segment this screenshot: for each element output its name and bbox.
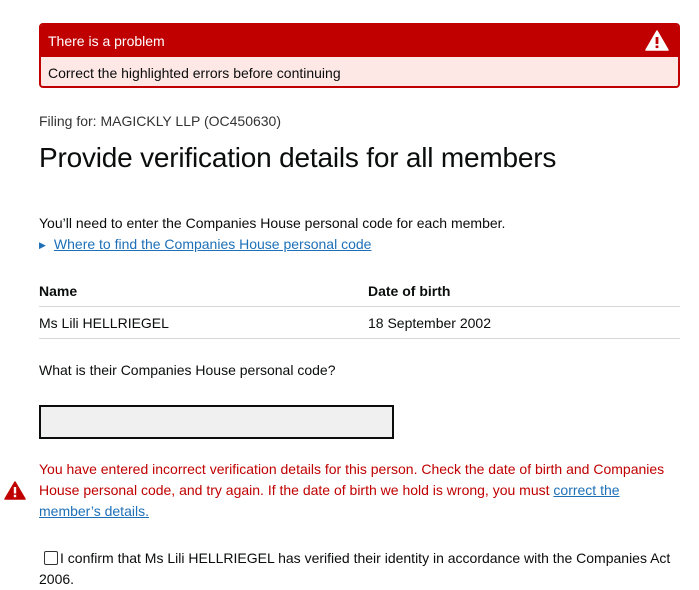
filing-for-caption: Filing for: MAGICKLY LLP (OC450630) bbox=[39, 113, 281, 129]
field-error-message: You have entered incorrect verification … bbox=[39, 459, 679, 522]
page-title: Provide verification details for all mem… bbox=[39, 142, 557, 173]
details-toggle[interactable]: ▶ Where to find the Companies House perso… bbox=[39, 236, 371, 252]
table-cell-name: Ms Lili HELLRIEGEL bbox=[39, 315, 169, 331]
triangle-right-icon: ▶ bbox=[39, 240, 46, 250]
error-summary-header: There is a problem bbox=[41, 25, 678, 57]
intro-text: You’ll need to enter the Companies House… bbox=[39, 215, 506, 231]
personal-code-input[interactable] bbox=[39, 405, 394, 439]
confirmation-row: I confirm that Ms Lili HELLRIEGEL has ve… bbox=[39, 548, 684, 590]
error-summary: There is a problem Correct the highlight… bbox=[39, 23, 680, 88]
confirm-checkbox[interactable] bbox=[44, 551, 58, 565]
personal-code-help-link[interactable]: Where to find the Companies House person… bbox=[54, 236, 372, 252]
table-divider bbox=[39, 338, 680, 339]
error-summary-title: There is a problem bbox=[48, 33, 165, 49]
warning-triangle-icon bbox=[645, 30, 669, 62]
table-header-name: Name bbox=[39, 283, 78, 299]
error-summary-message: Correct the highlighted errors before co… bbox=[48, 65, 341, 81]
table-cell-dob: 18 September 2002 bbox=[368, 315, 491, 331]
confirmation-label: I confirm that Ms Lili HELLRIEGEL has ve… bbox=[39, 550, 671, 587]
error-warning-icon bbox=[4, 481, 26, 505]
table-header-dob: Date of birth bbox=[368, 283, 451, 299]
personal-code-question: What is their Companies House personal c… bbox=[39, 362, 336, 378]
table-divider bbox=[39, 306, 680, 307]
